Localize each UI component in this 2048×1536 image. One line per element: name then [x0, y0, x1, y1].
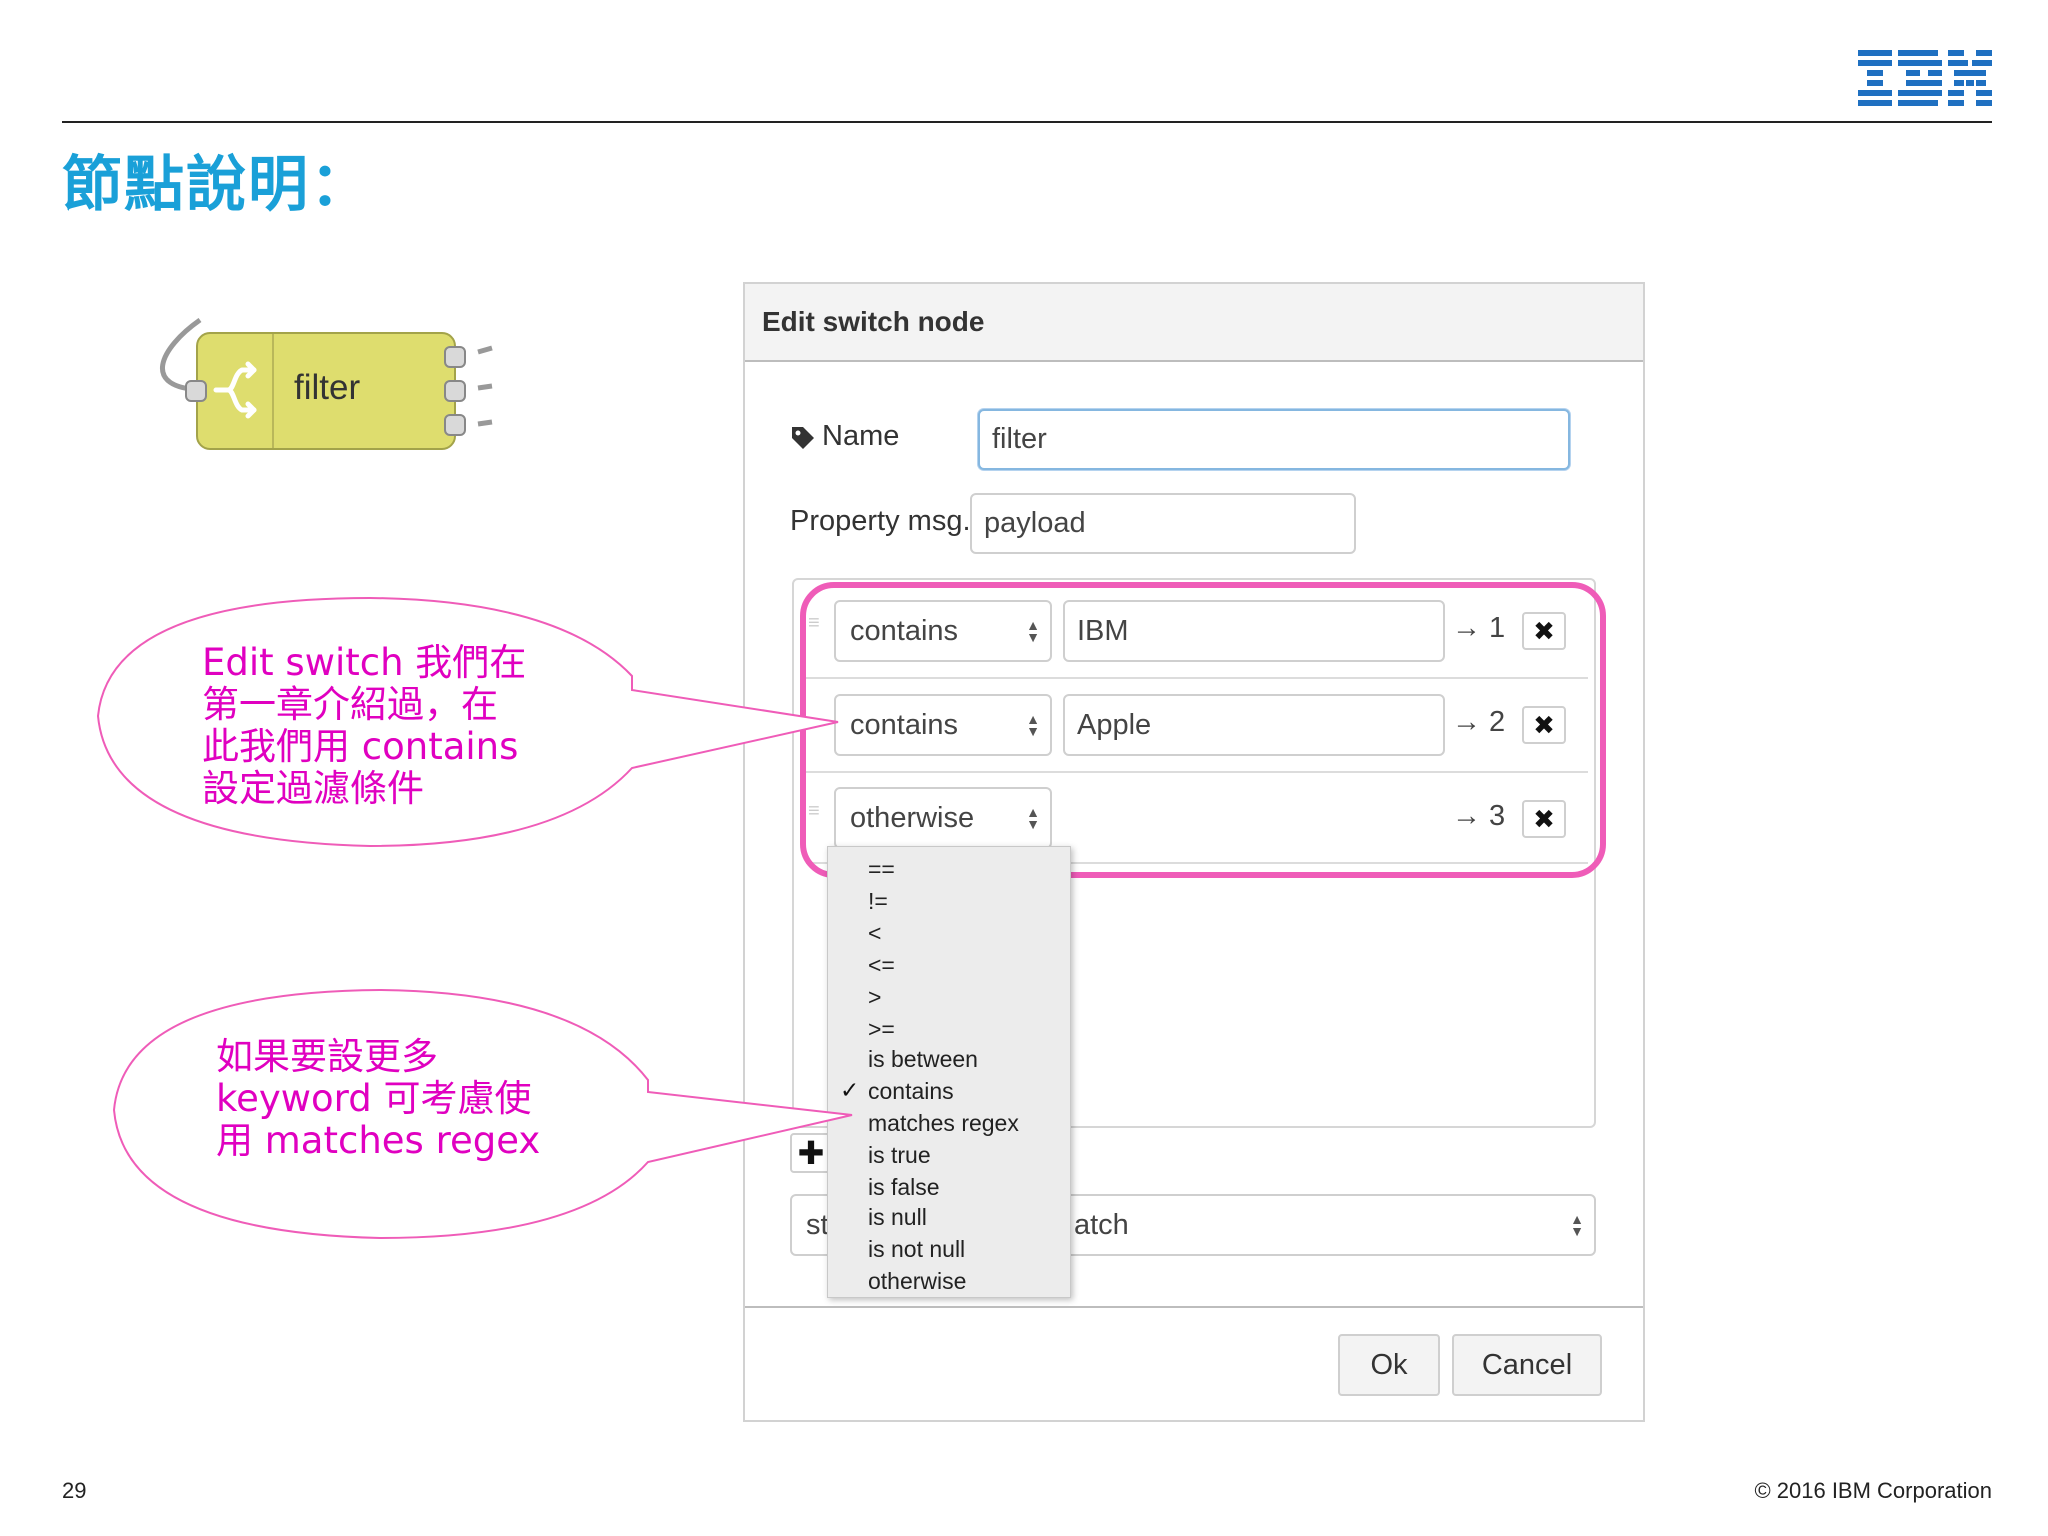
dropdown-option[interactable]: < — [868, 919, 881, 947]
check-mode-suffix: atch — [1074, 1208, 1129, 1241]
switch-icon — [198, 334, 274, 448]
cancel-button-label: Cancel — [1481, 1348, 1573, 1381]
dropdown-option[interactable]: <= — [868, 951, 895, 979]
callout-1-line: 設定過濾條件 — [202, 767, 424, 810]
node-output-port-2[interactable] — [444, 380, 466, 402]
dropdown-option[interactable]: is false — [868, 1173, 940, 1201]
select-arrows-icon: ▲ ▼ — [1570, 1211, 1584, 1239]
slide-title: 節點說明： — [62, 150, 372, 220]
dropdown-option[interactable]: is between — [868, 1045, 978, 1073]
callout-1-line: 第一章介紹過，在 — [202, 683, 498, 726]
dropdown-option[interactable]: is not null — [868, 1235, 965, 1263]
dropdown-option[interactable]: matches regex — [868, 1109, 1019, 1137]
dropdown-option[interactable]: == — [868, 855, 895, 883]
property-input-value: payload — [984, 507, 1086, 539]
dropdown-option[interactable]: > — [868, 983, 881, 1011]
property-input[interactable]: payload — [970, 493, 1356, 554]
operator-dropdown-menu[interactable]: == != < <= > >= is between ✓ contains ma… — [827, 846, 1071, 1298]
node-output-port-3[interactable] — [444, 414, 466, 436]
node-output-port-1[interactable] — [444, 346, 466, 368]
callout-2-line: 如果要設更多 — [216, 1035, 438, 1078]
dropdown-option[interactable]: otherwise — [868, 1267, 966, 1295]
dialog-footer-divider — [745, 1306, 1643, 1308]
dropdown-option[interactable]: != — [868, 887, 888, 915]
callout-2-line: 用 matches regex — [216, 1119, 541, 1162]
name-label: Name — [822, 420, 900, 452]
name-input-value: filter — [992, 423, 1047, 455]
property-label: Property msg. — [790, 505, 971, 537]
tag-icon — [790, 425, 816, 458]
dropdown-option[interactable]: >= — [868, 1015, 895, 1043]
header-divider — [62, 121, 1992, 123]
add-rule-button[interactable]: ✚ — [790, 1133, 832, 1173]
callout-1-line: Edit switch 我們在 — [202, 641, 527, 684]
page-number: 29 — [62, 1478, 87, 1503]
plus-icon: ✚ — [797, 1135, 825, 1171]
dialog-title: Edit switch node — [762, 306, 985, 337]
callout-2-line: keyword 可考慮使 — [216, 1077, 532, 1120]
name-input[interactable]: filter — [978, 409, 1570, 470]
dropdown-option[interactable]: is true — [868, 1141, 931, 1169]
ibm-logo — [1858, 50, 1992, 106]
callout-2: 如果要設更多 keyword 可考慮使 用 matches regex — [216, 1036, 540, 1162]
dropdown-option[interactable]: is null — [868, 1203, 927, 1231]
cancel-button[interactable]: Cancel — [1452, 1334, 1602, 1396]
rules-highlight — [800, 582, 1606, 878]
check-mode-prefix: st — [806, 1208, 829, 1241]
node-label: filter — [294, 368, 361, 407]
checkmark-icon: ✓ — [840, 1077, 860, 1103]
ok-button-label: Ok — [1370, 1348, 1408, 1381]
copyright: © 2016 IBM Corporation — [1754, 1478, 1992, 1503]
node-input-port[interactable] — [185, 380, 207, 402]
dropdown-option-selected[interactable]: contains — [868, 1077, 954, 1105]
callout-1-line: 此我們用 contains — [202, 725, 519, 768]
ok-button[interactable]: Ok — [1338, 1334, 1440, 1396]
callout-1: Edit switch 我們在 第一章介紹過，在 此我們用 contains 設… — [202, 642, 526, 810]
